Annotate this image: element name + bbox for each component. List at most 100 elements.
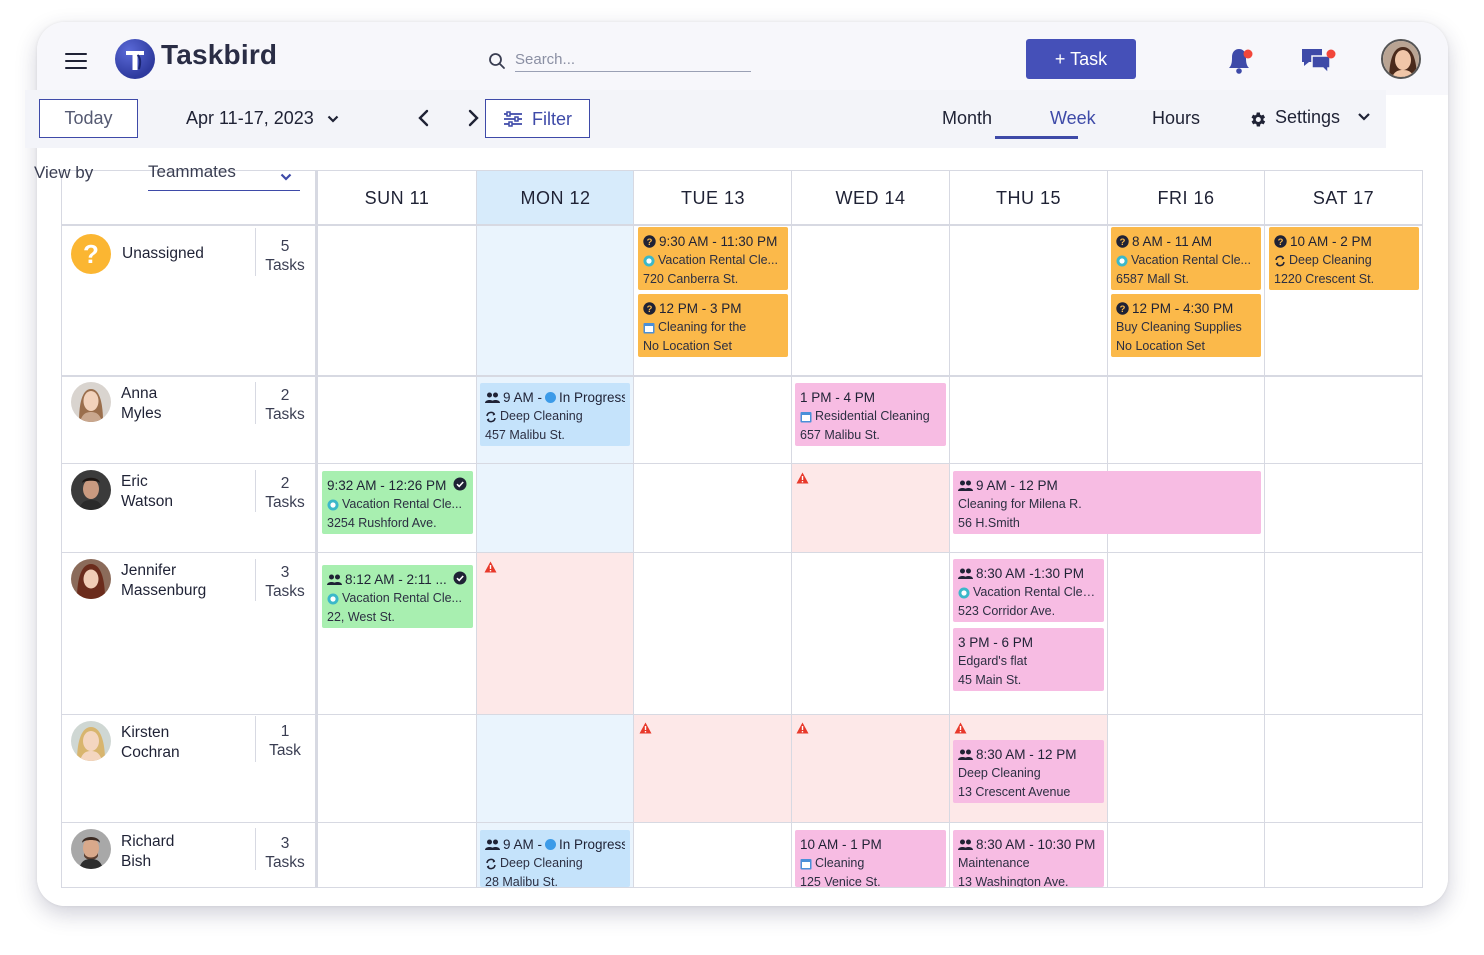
unassigned-question-icon: ? [1116,302,1129,315]
task-count: 2 Tasks [265,387,305,423]
in-progress-icon [545,839,557,850]
task-card[interactable]: 8:30 AM -1:30 PM Vacation Rental Clea...… [953,559,1104,622]
conflict-cell [477,553,634,714]
grid-line [61,224,1423,226]
day-header-sun: SUN 11 [364,187,430,208]
filter-label: Filter [532,109,572,129]
warning-icon [796,472,809,484]
vacation-rental-icon [958,587,970,598]
day-header-sat: SAT 17 [1312,187,1375,208]
vacation-rental-icon [327,499,339,510]
grid-line [1422,170,1423,888]
settings-label: Settings [1275,107,1341,127]
settings-button[interactable]: Settings [1248,107,1340,128]
chevron-down-icon[interactable] [1357,112,1371,122]
unassigned-question-icon: ? [643,235,656,248]
grid-line [476,170,477,888]
task-card[interactable]: 8:30 AM - 10:30 PM Maintenance 13 Washin… [953,830,1104,887]
unassigned-avatar-icon: ? [71,234,111,274]
grid-line [61,170,62,888]
task-card[interactable]: 9:32 AM - 12:26 PM Vacation Rental Cle..… [322,471,473,534]
task-card[interactable]: 8:12 AM - 2:11 ... Vacation Rental Cle..… [322,565,473,628]
conflict-cell [634,715,792,822]
next-week-icon[interactable] [463,106,483,130]
view-by-value: Teammates [148,162,236,181]
task-card[interactable]: ? 10 AM - 2 PM Deep Cleaning 1220 Crescen… [1269,227,1419,290]
conflict-cell [792,715,949,822]
day-header-thu: THU 15 [995,187,1061,208]
notification-bell-icon[interactable] [1225,44,1255,76]
task-card[interactable]: ? 12 PM - 4:30 PM Buy Cleaning Supplies N… [1111,294,1261,357]
row-name: Unassigned [122,245,204,262]
team-icon [485,839,500,850]
task-card[interactable]: 9 AM - In Progress Deep Cleaning 28 Malib… [480,830,630,887]
unassigned-question-icon: ? [1274,235,1287,248]
chevron-down-icon [280,173,292,181]
row-name: Kirsten Cochran [121,724,180,761]
day-header-wed: WED 14 [835,187,906,208]
row-name: Richard Bish [121,833,175,870]
conflict-cell [792,464,949,552]
day-header-fri: FRI 16 [1157,187,1215,208]
calendar-icon [800,858,812,869]
view-by-select[interactable]: Teammates [148,162,300,191]
gear-icon [1251,112,1266,127]
grid-line [61,375,1423,377]
tab-hours[interactable]: Hours [1152,108,1200,129]
grid-line [791,170,792,888]
filter-button[interactable]: Filter [485,99,590,138]
task-count: 3 Tasks [265,564,305,600]
recurring-icon [1275,255,1285,266]
svg-text:?: ? [1120,237,1126,248]
task-card[interactable]: ? 8 AM - 11 AM Vacation Rental Cle... 658… [1111,227,1261,290]
calendar-icon [800,411,812,422]
calendar-icon [643,322,655,333]
today-button[interactable]: Today [39,99,138,138]
unassigned-question-icon: ? [1116,235,1129,248]
day-header-tue: TUE 13 [680,187,746,208]
row-name: Eric Watson [121,473,173,510]
search-input[interactable] [515,47,751,72]
svg-text:?: ? [647,237,653,248]
avatar-jennifer [71,559,111,599]
task-count: 1 Task [269,723,301,759]
unassigned-question-icon: ? [643,302,656,315]
avatar-kirsten [71,721,111,761]
tab-month[interactable]: Month [942,108,992,129]
completed-check-icon [453,477,467,491]
vacation-rental-icon [1116,255,1128,266]
previous-week-icon[interactable] [414,106,434,130]
task-count: 3 Tasks [265,835,305,871]
task-card[interactable]: 8:30 AM - 12 PM Deep Cleaning 13 Crescen… [953,740,1104,803]
task-card[interactable]: ? 12 PM - 3 PM Cleaning for the No Locati… [638,294,788,357]
search-icon [489,53,505,69]
warning-icon [484,561,497,573]
grid-line [61,552,1423,553]
task-card[interactable]: 9 AM - In Progress Deep Cleaning 457 Mali… [480,383,630,446]
task-card[interactable]: 3 PM - 6 PM Edgard's flat 45 Main St. [953,628,1104,691]
grid-line [1264,170,1265,888]
add-task-button[interactable]: + Task [1026,39,1136,79]
task-card[interactable]: ? 9:30 AM - 11:30 PM Vacation Rental Cle.… [638,227,788,290]
task-card[interactable]: 1 PM - 4 PM Residential Cleaning 657 Mal… [795,383,946,446]
date-range-label: Apr 11-17, 2023 [186,108,314,128]
task-card[interactable]: 10 AM - 1 PM Cleaning 125 Venice St. [795,830,946,887]
recurring-icon [486,858,496,869]
warning-icon [639,722,652,734]
task-count: 2 Tasks [265,475,305,511]
grid-line [61,463,1423,464]
task-count: 5 Tasks [265,238,305,274]
row-name: Anna Myles [121,385,162,422]
in-progress-icon [545,392,557,403]
menu-icon[interactable] [65,53,87,69]
team-icon [958,568,973,579]
grid-line [61,822,1423,823]
tab-week[interactable]: Week [1050,108,1096,129]
date-range-selector[interactable]: Apr 11-17, 2023 [186,108,339,129]
grid-line [315,170,318,888]
chat-icon[interactable] [1300,44,1336,76]
user-avatar[interactable] [1381,39,1421,79]
view-by-label: View by [34,163,94,182]
team-icon [958,480,973,491]
task-card[interactable]: 9 AM - 12 PM Cleaning for Milena R. 56 H… [953,471,1261,534]
